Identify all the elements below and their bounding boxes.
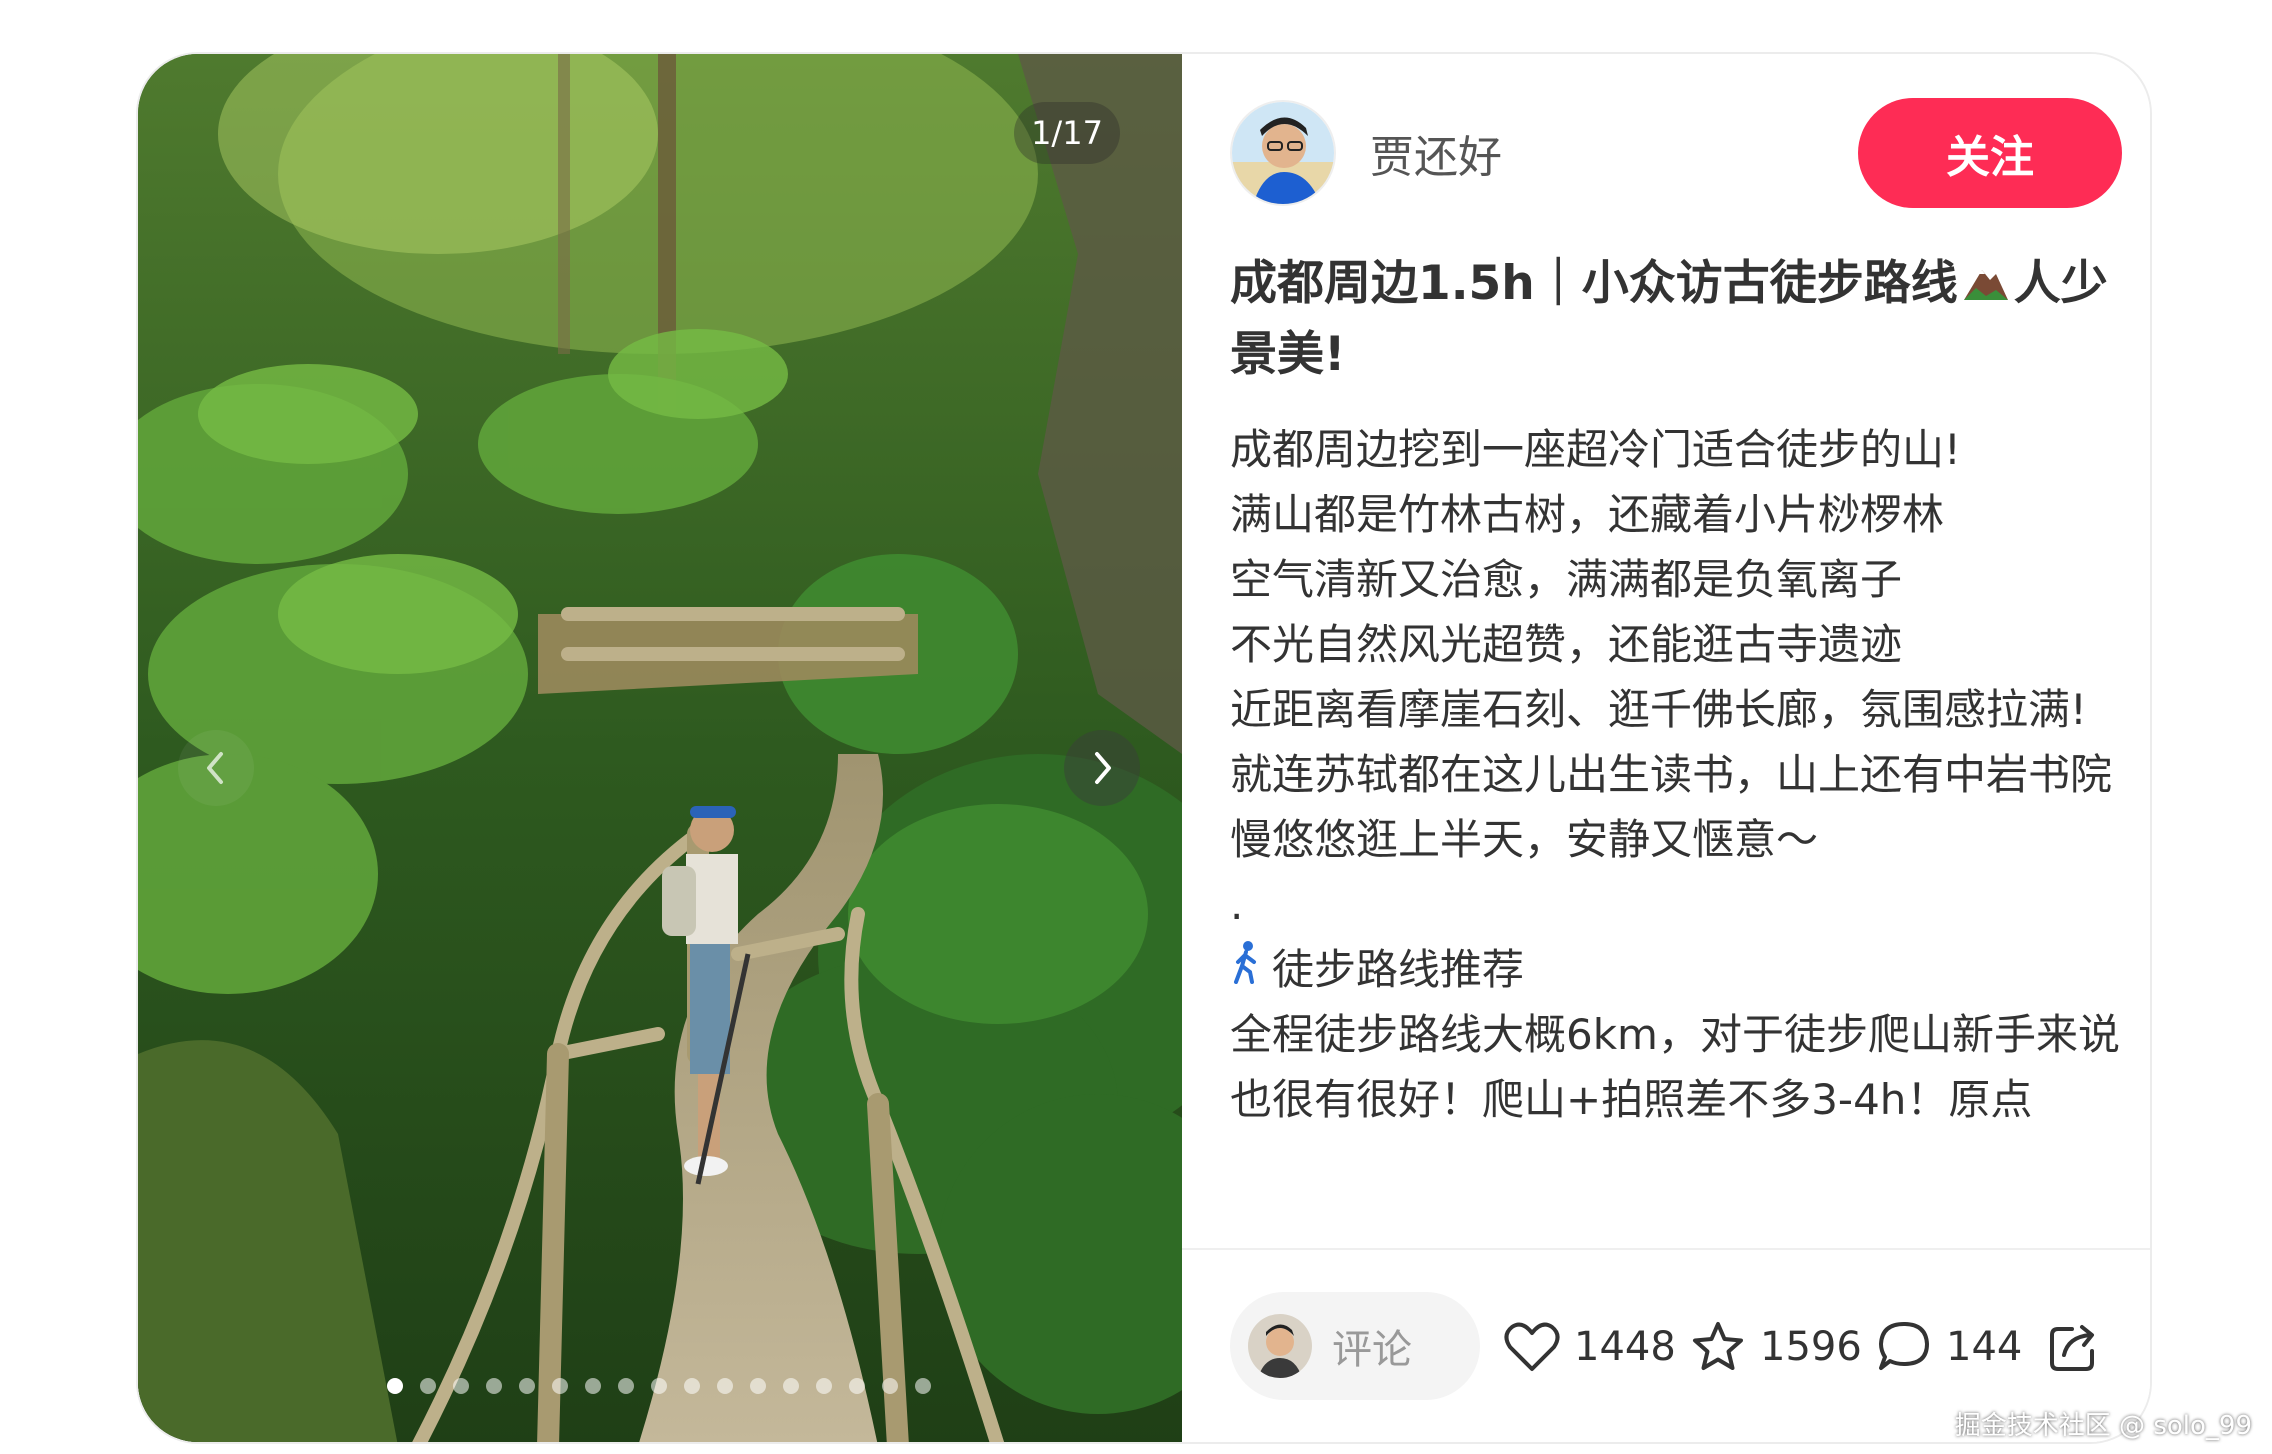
share-icon — [2050, 1325, 2094, 1371]
like-button[interactable]: 1448 — [1504, 1312, 1676, 1382]
collect-count: 1596 — [1760, 1324, 1862, 1370]
desc-line: 全程徒步路线大概6km，对于徒步爬山新手来说也很有很好！爬山+拍照差不多3-4h… — [1230, 1009, 2120, 1124]
comment-button[interactable]: 144 — [1876, 1312, 2022, 1382]
image-counter: 1/17 — [1014, 102, 1120, 164]
collect-button[interactable]: 1596 — [1690, 1312, 1862, 1382]
note-detail-panel: 贾还好 关注 成都周边1.5h｜小众访古徒步路线 人少景美! 成都周边挖到一座超冷… — [1182, 54, 2150, 1442]
carousel-dot[interactable] — [585, 1378, 601, 1394]
desc-line: 满山都是竹林古树，还藏着小片桫椤林 — [1230, 489, 1945, 539]
comment-placeholder: 评论 — [1332, 1327, 1412, 1373]
author-info[interactable]: 贾还好 — [1230, 100, 1502, 206]
carousel-dot[interactable] — [453, 1378, 469, 1394]
note-title: 成都周边1.5h｜小众访古徒步路线 人少景美! — [1230, 250, 2120, 389]
carousel-dot[interactable] — [882, 1378, 898, 1394]
heart-icon — [1504, 1322, 1560, 1371]
carousel-dot[interactable] — [684, 1378, 700, 1394]
carousel-dot[interactable] — [816, 1378, 832, 1394]
carousel-dot[interactable] — [552, 1378, 568, 1394]
like-count: 1448 — [1574, 1324, 1676, 1370]
carousel-dot[interactable] — [783, 1378, 799, 1394]
follow-button[interactable]: 关注 — [1858, 98, 2122, 208]
hiking-trail-photo — [138, 54, 1182, 1442]
carousel-dot[interactable] — [750, 1378, 766, 1394]
prev-image-button[interactable] — [178, 730, 254, 806]
desc-line: 成都周边挖到一座超冷门适合徒步的山! — [1230, 424, 1961, 474]
next-image-button[interactable] — [1064, 730, 1140, 806]
user-avatar — [1248, 1314, 1312, 1378]
mountain-icon — [1962, 253, 2010, 321]
carousel-dot[interactable] — [420, 1378, 436, 1394]
section-heading: 徒步路线推荐 — [1230, 937, 2120, 1002]
carousel-dot[interactable] — [387, 1378, 403, 1394]
desc-line: 就连苏轼都在这儿出生读书，山上还有中岩书院 — [1230, 749, 2113, 799]
comment-input[interactable]: 评论 — [1230, 1292, 1480, 1400]
desc-line: 不光自然风光超赞，还能逛古寺遗迹 — [1230, 619, 1903, 669]
desc-line: 近距离看摩崖石刻、逛千佛长廊，氛围感拉满! — [1230, 684, 2087, 734]
star-icon — [1693, 1322, 1743, 1370]
walking-person-icon — [1230, 937, 1272, 1002]
carousel-dot[interactable] — [717, 1378, 733, 1394]
author-name[interactable]: 贾还好 — [1370, 121, 1502, 185]
desc-line: . — [1230, 879, 1244, 929]
desc-line: 慢悠悠逛上半天，安静又惬意～ — [1230, 814, 1819, 864]
note-description: 成都周边挖到一座超冷门适合徒步的山! 满山都是竹林古树，还藏着小片桫椤林 空气清… — [1230, 417, 2120, 1132]
carousel-dot[interactable] — [486, 1378, 502, 1394]
carousel-dot[interactable] — [849, 1378, 865, 1394]
comment-count: 144 — [1946, 1324, 2023, 1370]
carousel-dot[interactable] — [651, 1378, 667, 1394]
carousel-dot[interactable] — [618, 1378, 634, 1394]
note-content[interactable]: 成都周边1.5h｜小众访古徒步路线 人少景美! 成都周边挖到一座超冷门适合徒步的山… — [1230, 250, 2120, 1296]
note-card: 1/17 贾还好 关注 成都周边1.5h｜小众访古徒步路线 人少景美! 成都周边… — [136, 52, 2152, 1444]
share-button[interactable] — [2046, 1312, 2102, 1382]
section-title: 徒步路线推荐 — [1272, 944, 1525, 994]
comment-bubble-icon — [1879, 1322, 1929, 1370]
watermark: 掘金技术社区 @ solo_99 — [1954, 1411, 2252, 1441]
image-carousel[interactable]: 1/17 — [138, 54, 1182, 1442]
chevron-right-icon — [1095, 752, 1111, 784]
chevron-left-icon — [207, 752, 223, 784]
carousel-dots — [387, 1376, 931, 1396]
note-title-main: 成都周边1.5h｜小众访古徒步路线 — [1230, 256, 1958, 311]
carousel-dot[interactable] — [915, 1378, 931, 1394]
desc-line: 空气清新又治愈，满满都是负氧离子 — [1230, 554, 1903, 604]
carousel-dot[interactable] — [519, 1378, 535, 1394]
author-avatar[interactable] — [1230, 100, 1336, 206]
